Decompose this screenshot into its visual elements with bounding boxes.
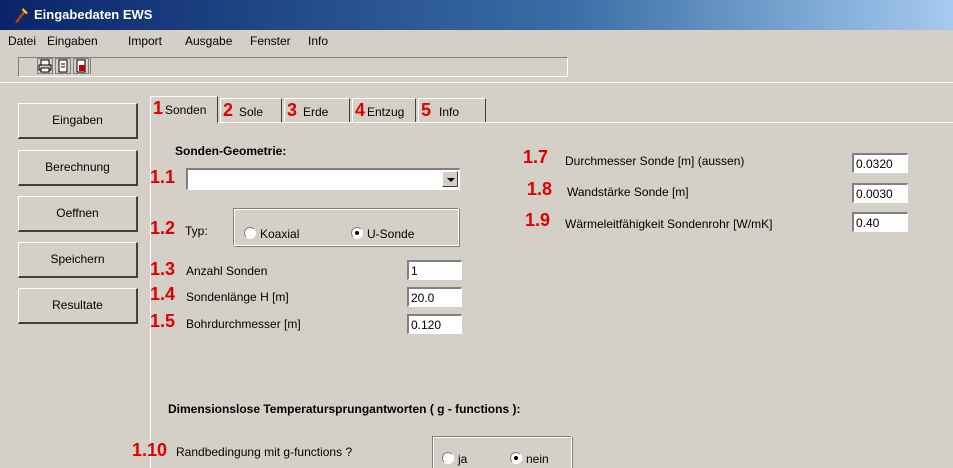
radio-ja[interactable] [442,452,454,464]
app-icon [15,8,28,23]
toolbar-separator [90,58,91,74]
speichern-button[interactable]: Speichern [18,242,138,278]
durchmesser-input[interactable]: 0.0320 [852,153,908,173]
chevron-down-icon[interactable] [442,171,458,187]
menu-ausgabe[interactable]: Ausgabe [185,34,232,48]
label-1-7: 1.7 [523,147,549,167]
label-1-10: 1.10 [132,440,168,460]
wandstaerke-label: Wandstärke Sonde [m] [567,185,689,199]
tab-number: 1 [153,98,164,118]
label-1-8: 1.8 [527,179,553,199]
nein-label: nein [526,452,549,466]
label-1-3: 1.3 [150,259,176,279]
print-icon[interactable] [37,58,53,74]
koaxial-label: Koaxial [260,227,300,241]
tab-label: Sole [239,105,264,119]
label-1-4: 1.4 [150,284,176,304]
window-title: Eingabedaten EWS [34,7,153,22]
waermeleitfaehigkeit-label: Wärmeleitfähigkeit Sondenrohr [W/mK] [565,217,773,231]
menu-fenster[interactable]: Fenster [250,34,291,48]
waermeleitfaehigkeit-input[interactable]: 0.40 [852,212,908,232]
u-sonde-label: U-Sonde [367,227,415,241]
label-1-5: 1.5 [150,311,176,331]
laenge-label: Sondenlänge H [m] [186,290,289,304]
page-icon[interactable] [55,58,71,74]
bohr-label: Bohrdurchmesser [m] [186,317,301,331]
title-bar: Eingabedaten EWS [0,0,953,30]
tab-number: 2 [223,100,234,120]
tab-number: 3 [287,100,298,120]
toolbar [0,52,953,80]
bohrdurchmesser-input[interactable]: 0.120 [407,314,462,334]
label-1-9: 1.9 [525,210,551,230]
menu-import[interactable]: Import [128,34,162,48]
wandstaerke-input[interactable]: 0.0030 [852,183,908,203]
tab-label: Erde [303,105,329,119]
label-1-1: 1.1 [150,167,176,187]
menu-info[interactable]: Info [308,34,328,48]
print-preview-icon[interactable] [73,58,89,74]
tab-entzug[interactable]: 4 Entzug [352,98,416,122]
anzahl-label: Anzahl Sonden [186,264,268,278]
durchmesser-label: Durchmesser Sonde [m] (aussen) [565,154,745,168]
tab-info[interactable]: 5 Info [418,98,486,122]
menu-bar: Datei Eingaben Import Ausgabe Fenster In… [0,30,953,52]
g-functions-heading: Dimensionslose Temperatursprungantworten… [168,402,521,416]
menu-datei[interactable]: Datei [8,34,36,48]
eingaben-button[interactable]: Eingaben [18,103,138,139]
radio-nein[interactable] [510,452,522,464]
tab-number: 5 [421,100,432,120]
tab-erde[interactable]: 3 Erde [284,98,350,122]
tab-sonden[interactable]: 1 Sonden [150,96,218,123]
ja-label: ja [458,452,468,466]
sonden-geometrie-heading: Sonden-Geometrie: [175,144,287,158]
tab-label: Info [439,105,460,119]
resultate-button[interactable]: Resultate [18,288,138,324]
oeffnen-button[interactable]: Oeffnen [18,196,138,232]
tab-label: Entzug [367,105,405,119]
sondenlaenge-input[interactable]: 20.0 [407,287,462,307]
tab-number: 4 [355,100,366,120]
radio-u-sonde[interactable] [351,227,363,239]
radio-koaxial[interactable] [244,227,256,239]
tab-label: Sonden [165,103,207,117]
typ-label: Typ: [185,224,208,238]
anzahl-sonden-input[interactable]: 1 [407,260,462,280]
geometry-dropdown[interactable] [186,168,460,190]
berechnung-button[interactable]: Berechnung [18,150,138,186]
toolbar-strip [18,57,568,77]
menu-eingaben[interactable]: Eingaben [47,34,98,48]
label-1-2: 1.2 [150,218,176,238]
tab-sole[interactable]: 2 Sole [220,98,282,122]
randbedingung-label: Randbedingung mit g-functions ? [176,445,353,459]
randbedingung-group [432,436,572,468]
